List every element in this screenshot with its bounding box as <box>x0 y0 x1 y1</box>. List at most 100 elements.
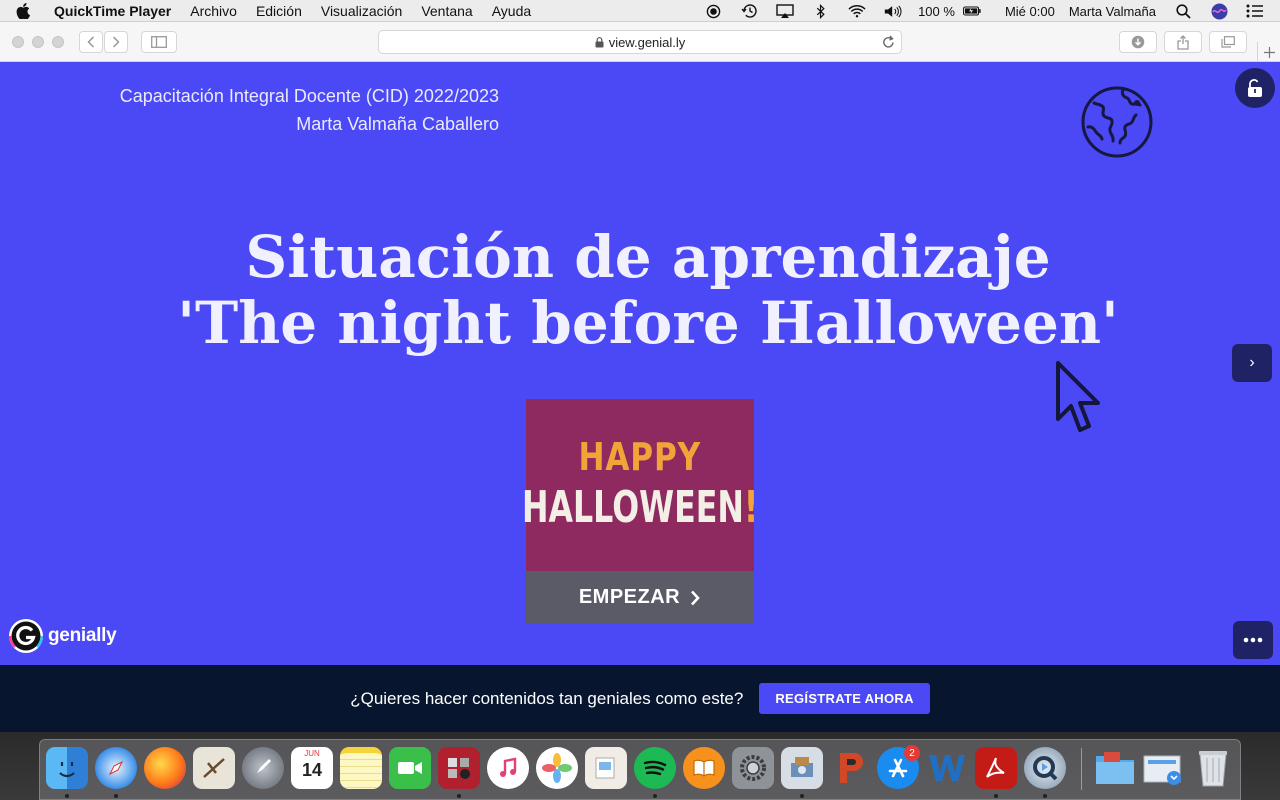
exclamation-mark: ! <box>743 482 759 533</box>
spotlight-icon[interactable] <box>1174 3 1192 19</box>
course-title: Capacitación Integral Docente (CID) 2022… <box>119 86 499 106</box>
start-button[interactable]: EMPEZAR <box>525 571 754 624</box>
lock-icon <box>595 36 604 48</box>
more-dots-icon <box>1243 637 1263 643</box>
spotify-icon[interactable] <box>634 747 676 789</box>
chevron-right-icon <box>690 590 700 606</box>
menu-app-name[interactable]: QuickTime Player <box>54 3 171 19</box>
chevron-right-icon: › <box>1249 354 1255 371</box>
menu-visualizacion[interactable]: Visualización <box>321 3 402 19</box>
calendar-month: JUN <box>304 749 320 758</box>
author-name: Marta Valmaña Caballero <box>296 114 499 134</box>
battery-percent: 100 % <box>918 3 955 19</box>
reload-icon[interactable] <box>882 35 895 52</box>
word-icon[interactable] <box>926 747 968 789</box>
pointer-cursor-icon <box>1056 361 1100 432</box>
wifi-icon[interactable] <box>848 3 866 19</box>
menu-ventana[interactable]: Ventana <box>421 3 472 19</box>
promo-text: ¿Quieres hacer contenidos tan geniales c… <box>350 688 744 708</box>
slide-title-line-2: 'The night before Halloween' <box>177 289 1119 357</box>
firefox-icon[interactable] <box>144 747 186 789</box>
forward-button[interactable] <box>104 31 128 53</box>
safari-icon[interactable] <box>95 747 137 789</box>
photo-booth-icon[interactable] <box>438 747 480 789</box>
finder-icon[interactable] <box>46 747 88 789</box>
downloads-folder-icon[interactable] <box>1142 747 1184 789</box>
dock-separator <box>1081 748 1082 790</box>
books-icon[interactable] <box>683 747 725 789</box>
sidebar-button[interactable] <box>141 31 177 53</box>
slide-title: Situación de aprendizaje 'The night befo… <box>0 224 1280 356</box>
window-close-button[interactable] <box>12 36 24 48</box>
menu-archivo[interactable]: Archivo <box>190 3 237 19</box>
time-machine-icon[interactable] <box>740 3 758 19</box>
signup-promo-bar: ¿Quieres hacer contenidos tan geniales c… <box>0 665 1280 732</box>
halloween-text: HALLOWEEN! <box>522 480 758 536</box>
dock-running-indicator <box>994 794 998 798</box>
genially-logo[interactable]: genially <box>8 618 117 654</box>
plus-icon <box>1263 46 1275 58</box>
battery-icon[interactable] <box>962 3 981 19</box>
unlock-touch-icon <box>1248 79 1262 97</box>
siri-icon[interactable] <box>1210 3 1228 19</box>
window-minimize-button[interactable] <box>32 36 44 48</box>
chevron-right-icon <box>112 36 120 48</box>
bluetooth-icon[interactable] <box>812 3 830 19</box>
mail-icon[interactable] <box>193 747 235 789</box>
menu-bar: QuickTime Player Archivo Edición Visuali… <box>0 0 1280 22</box>
url-text: view.genial.ly <box>608 34 686 50</box>
genially-wordmark: genially <box>48 625 117 646</box>
globe-icon <box>1081 86 1153 158</box>
powerpoint-icon[interactable] <box>830 747 872 789</box>
dock-running-indicator <box>65 794 69 798</box>
airplay-icon[interactable] <box>776 3 794 19</box>
dock-running-indicator <box>114 794 118 798</box>
calendar-day: 14 <box>301 760 323 780</box>
system-preferences-icon[interactable] <box>732 747 774 789</box>
photos-icon[interactable] <box>536 747 578 789</box>
notes-icon[interactable] <box>340 747 382 789</box>
start-button-label: EMPEZAR <box>578 586 681 608</box>
halloween-word: HALLOWEEN <box>521 482 744 533</box>
image-capture-icon[interactable] <box>781 747 823 789</box>
menu-ayuda[interactable]: Ayuda <box>492 3 531 19</box>
trash-icon[interactable] <box>1192 747 1234 789</box>
preview-icon[interactable] <box>585 747 627 789</box>
dock-running-indicator <box>800 794 804 798</box>
register-button[interactable]: REGÍSTRATE AHORA <box>759 683 930 714</box>
happy-text: HAPPY <box>578 435 702 479</box>
app-store-badge: 2 <box>904 745 920 761</box>
sidebar-icon <box>151 36 167 48</box>
dock-running-indicator <box>457 794 461 798</box>
download-icon <box>1131 35 1145 49</box>
calendar-icon[interactable]: JUN 14 <box>291 747 333 789</box>
menu-edicion[interactable]: Edición <box>256 3 302 19</box>
window-zoom-button[interactable] <box>52 36 64 48</box>
next-slide-button[interactable]: › <box>1232 344 1272 382</box>
chevron-left-icon <box>87 36 95 48</box>
launchpad-icon[interactable] <box>242 747 284 789</box>
more-options-button[interactable] <box>1233 621 1273 659</box>
share-button[interactable] <box>1164 31 1202 53</box>
genially-logo-icon <box>8 619 44 653</box>
happy-halloween-image: HAPPY HALLOWEEN! <box>522 399 758 571</box>
facetime-icon[interactable] <box>389 747 431 789</box>
tab-overview-button[interactable] <box>1209 31 1247 53</box>
browser-toolbar: view.genial.ly <box>0 22 1280 62</box>
screen-recording-icon[interactable] <box>704 3 722 19</box>
unlock-button[interactable] <box>1235 68 1275 108</box>
notification-center-icon[interactable] <box>1246 3 1264 19</box>
itunes-icon[interactable] <box>487 747 529 789</box>
quicktime-icon[interactable] <box>1024 747 1066 789</box>
apple-menu-icon[interactable] <box>16 2 42 19</box>
documents-folder-icon[interactable] <box>1094 747 1136 789</box>
genially-slide: Capacitación Integral Docente (CID) 2022… <box>0 62 1280 665</box>
menubar-user[interactable]: Marta Valmaña <box>1069 4 1156 19</box>
menubar-clock[interactable]: Mié 0:00 <box>1005 4 1055 19</box>
new-tab-button[interactable] <box>1257 42 1280 62</box>
address-bar[interactable]: view.genial.ly <box>378 30 902 54</box>
acrobat-icon[interactable] <box>975 747 1017 789</box>
volume-icon[interactable] <box>884 3 902 19</box>
downloads-button[interactable] <box>1119 31 1157 53</box>
back-button[interactable] <box>79 31 103 53</box>
